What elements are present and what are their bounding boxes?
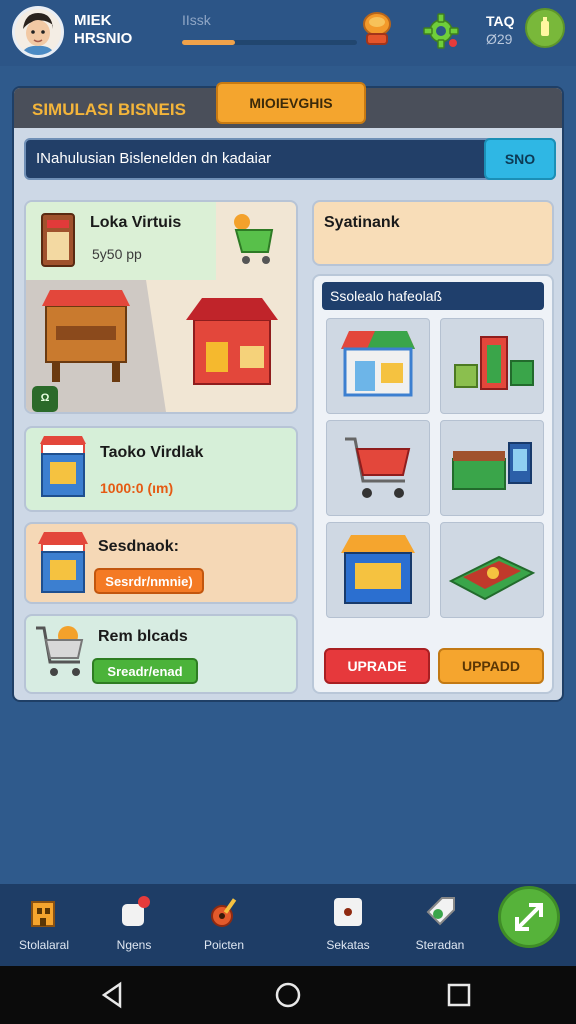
hud-label: IIssk [182, 12, 211, 28]
nav-item-3[interactable]: Poicten [184, 894, 264, 960]
player-avatar[interactable] [12, 6, 64, 58]
nav-item-5[interactable]: Steradan [400, 894, 480, 960]
shop-item-cart[interactable] [326, 420, 430, 516]
tab-active[interactable]: MIOIEVGHIS [216, 82, 366, 124]
cart-icon [36, 626, 84, 676]
energy-bolt-glyph [541, 17, 549, 36]
top-hud: MIEK HRSNIO IIssk TAQ Ø29 [0, 0, 576, 66]
bottom-nav: Stolalaral Ngens Poicten Sekatas Sterada… [0, 884, 576, 966]
sesdnaok-button[interactable]: Sesrdr/nmnie) [94, 568, 204, 594]
kiosk-shop-icon [40, 436, 86, 497]
shop-panel-title: Ssolealo hafeolaß [322, 282, 544, 310]
nav-item-4[interactable]: Sekatas [308, 894, 388, 960]
shop-item-store[interactable] [326, 318, 430, 414]
recents-icon[interactable] [444, 980, 474, 1010]
market-stalls-illustration [26, 280, 278, 412]
toko-title: Taoko Virdlak [100, 444, 204, 461]
bag-icon [122, 896, 150, 926]
syatinank-title: Syatinank [324, 214, 400, 231]
player-name-line1: MIEK [74, 12, 112, 29]
nav-label-1: Stolalaral [18, 938, 70, 952]
player-name-line2: HRSNIO [74, 30, 133, 47]
hud-stat: TAQ Ø29 [486, 12, 515, 48]
card-toko-virtual[interactable]: Taoko Virdlak 1000:0 (ım) [24, 426, 298, 512]
kiosk-icon [341, 535, 415, 604]
shopping-cart-icon [234, 214, 274, 264]
settings-gear-icon[interactable] [422, 12, 460, 50]
card-rem-blcads[interactable]: Rem blcads Sreadr/enad [24, 614, 298, 694]
coin-stack-icon[interactable] [361, 10, 393, 48]
crates-icon [454, 336, 534, 390]
market-stall-icon [38, 532, 88, 593]
nav-label-2: Ngens [116, 938, 152, 952]
android-system-bar [0, 966, 576, 1024]
nav-item-2[interactable]: Ngens [94, 894, 174, 960]
expand-fab-button[interactable] [498, 886, 560, 948]
card-syatinank[interactable]: Syatinank [312, 200, 554, 266]
sesdnaok-title: Sesdnaok: [98, 538, 179, 555]
shop-item-counter[interactable] [440, 420, 544, 516]
card-lokal-virtual[interactable]: Loka Virtuis 5y50 pp Ω [24, 200, 298, 414]
nav-label-4: Sekatas [326, 938, 370, 952]
panel-header: SIMULASI BISNEIS MIOIEVGHIS [14, 82, 562, 128]
xp-progress-fill [182, 40, 235, 45]
shop-item-display[interactable] [440, 522, 544, 618]
tab-simulasi-bisnis[interactable]: SIMULASI BISNEIS [20, 92, 198, 128]
home-icon[interactable] [273, 980, 303, 1010]
expand-arrows-icon [515, 903, 543, 931]
energy-icon[interactable] [525, 8, 565, 48]
nav-label-5: Steradan [415, 938, 465, 952]
toko-value: 1000:0 (ım) [100, 480, 174, 496]
upgrade-button-red[interactable]: UPRADE [324, 648, 430, 684]
player-name: MIEK HRSNIO [74, 12, 132, 48]
rem-button[interactable]: Sreadr/enad [92, 658, 198, 684]
tag-icon [426, 897, 455, 926]
upgrade-button-orange[interactable]: UPPADD [438, 648, 544, 684]
search-bar[interactable]: INahulusian Bislenelden dn kadaiar SNO [24, 138, 556, 180]
checkout-counter-icon [452, 442, 532, 490]
display-case-icon [448, 555, 536, 601]
hud-stat-line1: TAQ [486, 13, 515, 29]
back-icon[interactable] [98, 980, 128, 1010]
lokal-badge: Ω [32, 386, 58, 412]
rem-title: Rem blcads [98, 628, 188, 645]
avatar-portrait [15, 9, 61, 55]
store-building-icon [341, 331, 415, 397]
building-icon [31, 901, 55, 927]
search-text: INahulusian Bislenelden dn kadaiar [36, 150, 272, 167]
nav-item-1[interactable]: Stolalaral [4, 894, 84, 960]
lokal-sub: 5y50 pp [92, 246, 142, 262]
business-simulation-panel: SIMULASI BISNEIS MIOIEVGHIS INahulusian … [12, 82, 564, 702]
red-cart-icon [345, 437, 411, 498]
nav-label-3: Poicten [203, 938, 245, 952]
menu-board-icon [41, 213, 75, 267]
lokal-title: Loka Virtuis [90, 214, 182, 231]
search-button[interactable]: SNO [484, 138, 556, 180]
card-sesdnaok[interactable]: Sesdnaok: Sesrdr/nmnie) [24, 522, 298, 604]
shop-item-crates[interactable] [440, 318, 544, 414]
xp-progress-bar [182, 40, 357, 45]
shop-panel: Ssolealo hafeolaß UPRADE UPPADD [312, 274, 554, 694]
guitar-icon [211, 898, 237, 927]
shop-item-kiosk[interactable] [326, 522, 430, 618]
dice-icon [334, 898, 362, 926]
hud-stat-line2: Ø29 [486, 31, 513, 47]
